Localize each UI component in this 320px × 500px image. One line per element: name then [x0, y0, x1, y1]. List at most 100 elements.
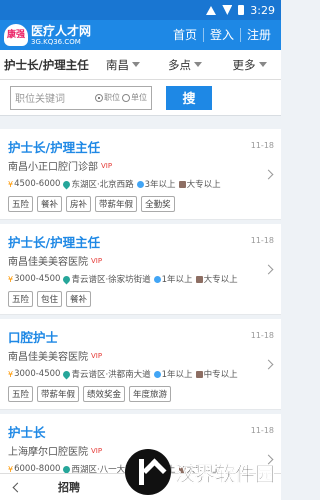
experience: 1年以上 [161, 275, 193, 285]
education-icon [195, 370, 203, 378]
benefit-tag: 餐补 [66, 291, 92, 307]
company-name: 南昌佳美美容医院 [8, 352, 88, 363]
back-button[interactable] [0, 482, 34, 492]
salary: 3000-4500 [14, 369, 61, 379]
vip-badge: VIP [91, 351, 103, 360]
filter-bar: 护士长/护理主任 南昌 多点 更多 [0, 50, 281, 80]
education-icon [195, 275, 203, 283]
company-name: 南昌小正口腔门诊部 [8, 162, 98, 173]
job-meta: ¥4500-6000 东湖区·北京西路 3年以上 大专以上 [8, 178, 273, 190]
benefit-tag: 餐补 [37, 196, 63, 212]
radio-job[interactable]: 职位 [95, 92, 120, 103]
job-card[interactable]: 护士长/护理主任 11-18 南昌小正口腔门诊部 VIP ¥4500-6000 … [0, 129, 281, 220]
app-header: 康强 医疗人才网 3G.KQ36.COM 首页 登入 注册 [0, 20, 281, 50]
vip-badge: VIP [91, 446, 103, 455]
logo-subtitle: 3G.KQ36.COM [31, 37, 81, 46]
benefit-tag: 带薪年假 [95, 196, 138, 212]
signal-icon [206, 5, 217, 15]
benefit-tag: 年度旅游 [129, 386, 172, 402]
experience: 3年以上 [144, 180, 176, 190]
location-icon [61, 179, 72, 189]
logo-heart-icon: 康强 [4, 24, 28, 46]
keyword-input[interactable]: 职位关键词 职位 单位 [10, 85, 152, 110]
radio-job-label: 职位 [104, 93, 120, 102]
job-title: 护士长/护理主任 [8, 235, 101, 250]
benefit-tag: 五险 [8, 386, 34, 402]
caret-down-icon [258, 62, 267, 67]
job-date: 11-18 [250, 426, 274, 435]
position-filter-label: 护士长/护理主任 [4, 57, 89, 72]
nav-register[interactable]: 注册 [239, 28, 277, 42]
yen-icon: ¥ [8, 179, 14, 189]
benefit-tag: 五险 [8, 196, 34, 212]
company-row: 南昌佳美美容医院 VIP [8, 253, 273, 269]
watermark-text: 汉界软件园 [175, 461, 276, 486]
clock: 3:29 [250, 3, 275, 17]
job-meta: ¥3000-4500 青云谱区·洪都南大道 1年以上 中专以上 [8, 368, 273, 380]
more-filter-label: 更多 [232, 57, 256, 72]
wifi-icon [222, 5, 233, 15]
salary: 6000-8000 [14, 464, 61, 473]
job-date: 11-18 [250, 331, 274, 340]
company-row: 南昌小正口腔门诊部 VIP [8, 158, 273, 174]
benefit-tags: 五险 包住 餐补 [8, 291, 273, 307]
bottom-tab-label[interactable]: 招聘 [34, 479, 80, 495]
job-meta: ¥3000-4500 青云谱区·徐家坊街道 1年以上 大专以上 [8, 273, 273, 285]
benefit-tag: 包住 [37, 291, 63, 307]
city-filter-label: 南昌 [106, 57, 129, 72]
location-icon [61, 369, 72, 379]
job-title: 护士长/护理主任 [8, 140, 101, 155]
benefit-tag: 全勤奖 [141, 196, 175, 212]
status-bar: 3:29 [0, 0, 281, 20]
radio-unchecked-icon [122, 93, 130, 102]
location-icon [61, 464, 72, 473]
sites-filter[interactable]: 多点 [152, 50, 218, 79]
caret-down-icon [194, 62, 202, 67]
more-filter[interactable]: 更多 [218, 50, 281, 79]
yen-icon: ¥ [8, 274, 14, 284]
location: 青云谱区·徐家坊街道 [71, 275, 151, 285]
job-card[interactable]: 护士长/护理主任 11-18 南昌佳美美容医院 VIP ¥3000-4500 青… [0, 224, 281, 315]
company-name: 上海摩尔口腔医院 [8, 447, 88, 458]
benefit-tag: 带薪年假 [37, 386, 80, 402]
job-title: 口腔护士 [8, 330, 59, 345]
benefit-tags: 五险 带薪年假 绩效奖金 年度旅游 [8, 386, 273, 402]
job-list: 护士长/护理主任 11-18 南昌小正口腔门诊部 VIP ¥4500-6000 … [0, 129, 281, 473]
clock-icon [153, 370, 161, 378]
job-title: 护士长 [8, 425, 46, 440]
experience: 1年以上 [161, 370, 193, 380]
benefit-tag: 房补 [66, 196, 92, 212]
company-row: 南昌佳美美容医院 VIP [8, 348, 273, 364]
city-filter[interactable]: 南昌 [94, 50, 152, 79]
radio-unit-label: 单位 [131, 93, 147, 102]
search-button[interactable]: 搜 [166, 85, 212, 110]
salary: 3000-4500 [14, 274, 61, 284]
location-icon [61, 274, 72, 284]
yen-icon: ¥ [8, 369, 14, 379]
location: 东湖区·北京西路 [71, 180, 134, 190]
vip-badge: VIP [91, 256, 103, 265]
education: 大专以上 [203, 275, 238, 285]
position-filter[interactable]: 护士长/护理主任 [0, 50, 94, 79]
watermark: 汉界软件园 [125, 449, 275, 495]
search-area: 职位关键词 职位 单位 搜 [0, 80, 281, 116]
nav-home[interactable]: 首页 [167, 28, 203, 42]
yen-icon: ¥ [8, 464, 14, 474]
clock-icon [136, 180, 144, 188]
benefit-tag: 五险 [8, 291, 34, 307]
sites-filter-label: 多点 [168, 57, 191, 72]
radio-checked-icon [95, 93, 103, 102]
keyword-placeholder: 职位关键词 [15, 94, 65, 105]
location: 青云谱区·洪都南大道 [71, 370, 151, 380]
logo-title: 医疗人才网 [31, 23, 92, 38]
site-logo[interactable]: 康强 医疗人才网 3G.KQ36.COM [4, 24, 91, 46]
vip-badge: VIP [101, 161, 113, 170]
nav-login[interactable]: 登入 [202, 28, 240, 42]
top-nav: 首页 登入 注册 [167, 28, 277, 42]
radio-unit[interactable]: 单位 [122, 92, 147, 103]
job-date: 11-18 [250, 141, 274, 150]
job-date: 11-18 [250, 236, 274, 245]
chevron-left-icon [12, 482, 22, 492]
benefit-tags: 五险 餐补 房补 带薪年假 全勤奖 [8, 196, 273, 212]
job-card[interactable]: 口腔护士 11-18 南昌佳美美容医院 VIP ¥3000-4500 青云谱区·… [0, 319, 281, 410]
